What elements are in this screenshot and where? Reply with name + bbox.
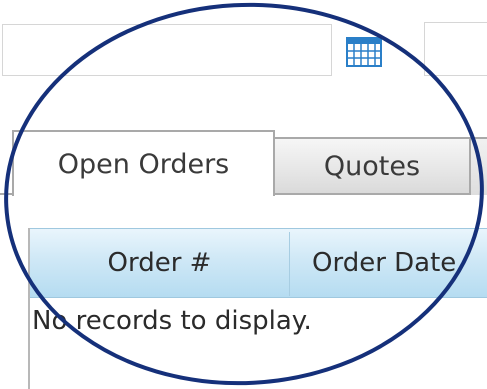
calendar-button[interactable]: [346, 37, 382, 67]
column-header-order-number[interactable]: Order #: [30, 228, 289, 298]
tab-open-orders[interactable]: Open Orders: [12, 130, 275, 196]
tab-open-orders-label: Open Orders: [57, 148, 230, 180]
column-header-order-date-label: Order Date: [312, 248, 457, 278]
column-header-order-number-label: Order #: [107, 248, 212, 278]
tab-next-partial[interactable]: [471, 137, 487, 195]
tab-quotes-label: Quotes: [323, 150, 421, 182]
empty-message: No records to display.: [32, 306, 312, 336]
calendar-icon: [346, 37, 382, 67]
secondary-input[interactable]: [424, 22, 487, 76]
date-input[interactable]: [2, 24, 332, 76]
tab-quotes[interactable]: Quotes: [275, 137, 471, 195]
column-header-order-date[interactable]: Order Date: [290, 228, 487, 298]
